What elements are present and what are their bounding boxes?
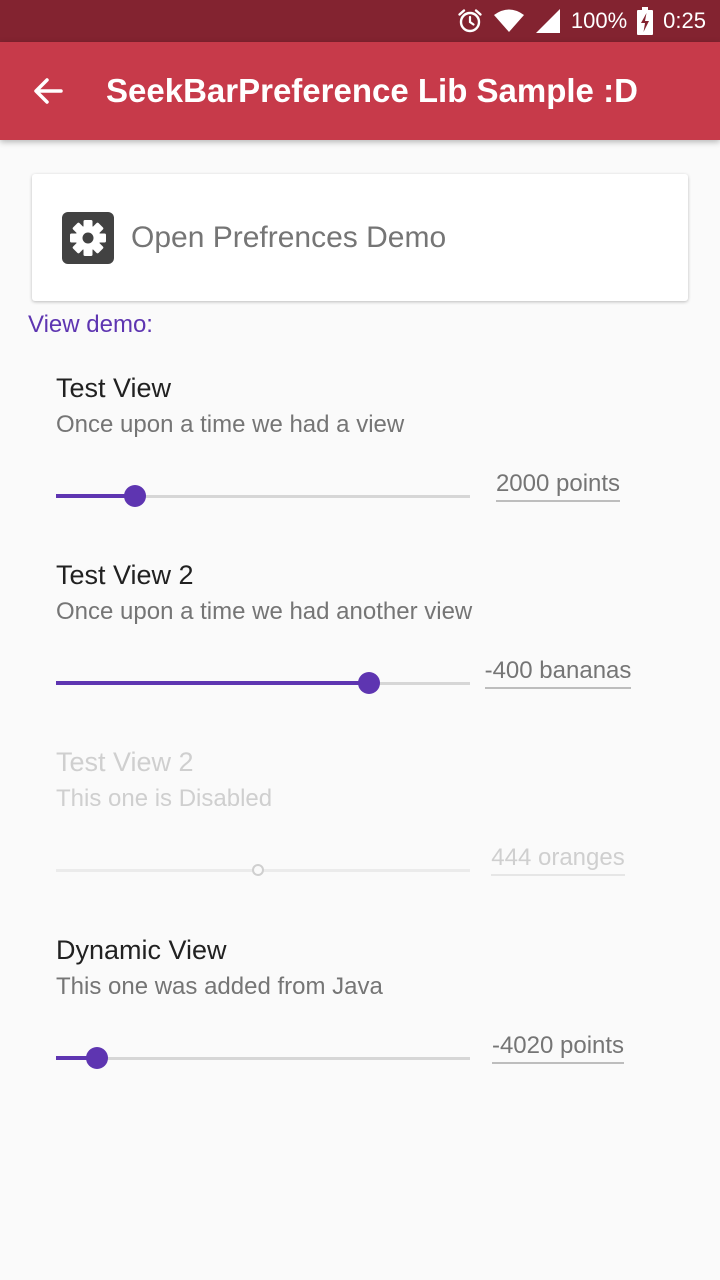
arrow-back-icon[interactable] xyxy=(30,73,66,109)
preference-title: Test View 2 xyxy=(56,560,194,590)
open-preferences-demo-button[interactable]: Open Prefrences Demo xyxy=(32,174,688,301)
preference-title: Dynamic View xyxy=(56,935,227,965)
preference-title: Test View xyxy=(56,373,172,403)
preference-test-view: Test View Once upon a time we had a view… xyxy=(0,373,720,533)
app-bar: SeekBarPreference Lib Sample :D xyxy=(0,42,720,140)
seekbar xyxy=(56,855,470,885)
seekbar-value-field[interactable]: -4020 points xyxy=(491,1032,625,1064)
seekbar-thumb xyxy=(252,864,264,876)
seekbar-value-field: 444 oranges xyxy=(491,844,625,876)
wifi-icon xyxy=(493,8,525,34)
seekbar[interactable] xyxy=(56,1043,470,1073)
status-icons: 100% 0:25 xyxy=(457,0,706,42)
seekbar-value-field[interactable]: 2000 points xyxy=(495,470,621,502)
seekbar-thumb[interactable] xyxy=(86,1047,108,1069)
status-bar: 100% 0:25 xyxy=(0,0,720,42)
seekbar-value-field[interactable]: -400 bananas xyxy=(484,657,632,689)
battery-charging-icon xyxy=(637,7,654,35)
clock-time: 0:25 xyxy=(663,8,706,33)
signal-icon xyxy=(535,8,561,34)
preference-title: Test View 2 xyxy=(56,747,194,777)
preference-dynamic-view: Dynamic View This one was added from Jav… xyxy=(0,935,720,1095)
gear-icon xyxy=(62,212,114,264)
seekbar[interactable] xyxy=(56,668,470,698)
preference-test-view-2-disabled: Test View 2 This one is Disabled 444 ora… xyxy=(0,747,720,907)
preference-summary: Once upon a time we had another view xyxy=(56,598,473,625)
seekbar-track xyxy=(56,1057,470,1060)
seekbar-progress xyxy=(56,868,258,872)
app-bar-title: SeekBarPreference Lib Sample :D xyxy=(106,72,638,109)
view-demo-label: View demo: xyxy=(28,311,153,338)
preference-summary: Once upon a time we had a view xyxy=(56,411,405,438)
open-preferences-demo-label: Open Prefrences Demo xyxy=(131,221,447,254)
alarm-icon xyxy=(457,8,483,34)
seekbar-thumb[interactable] xyxy=(124,485,146,507)
preference-test-view-2: Test View 2 Once upon a time we had anot… xyxy=(0,560,720,720)
seekbar-progress xyxy=(56,681,369,685)
preference-summary: This one is Disabled xyxy=(56,785,273,812)
preference-summary: This one was added from Java xyxy=(56,973,383,1000)
battery-percent: 100% xyxy=(570,8,628,33)
seekbar-thumb[interactable] xyxy=(358,672,380,694)
seekbar[interactable] xyxy=(56,481,470,511)
